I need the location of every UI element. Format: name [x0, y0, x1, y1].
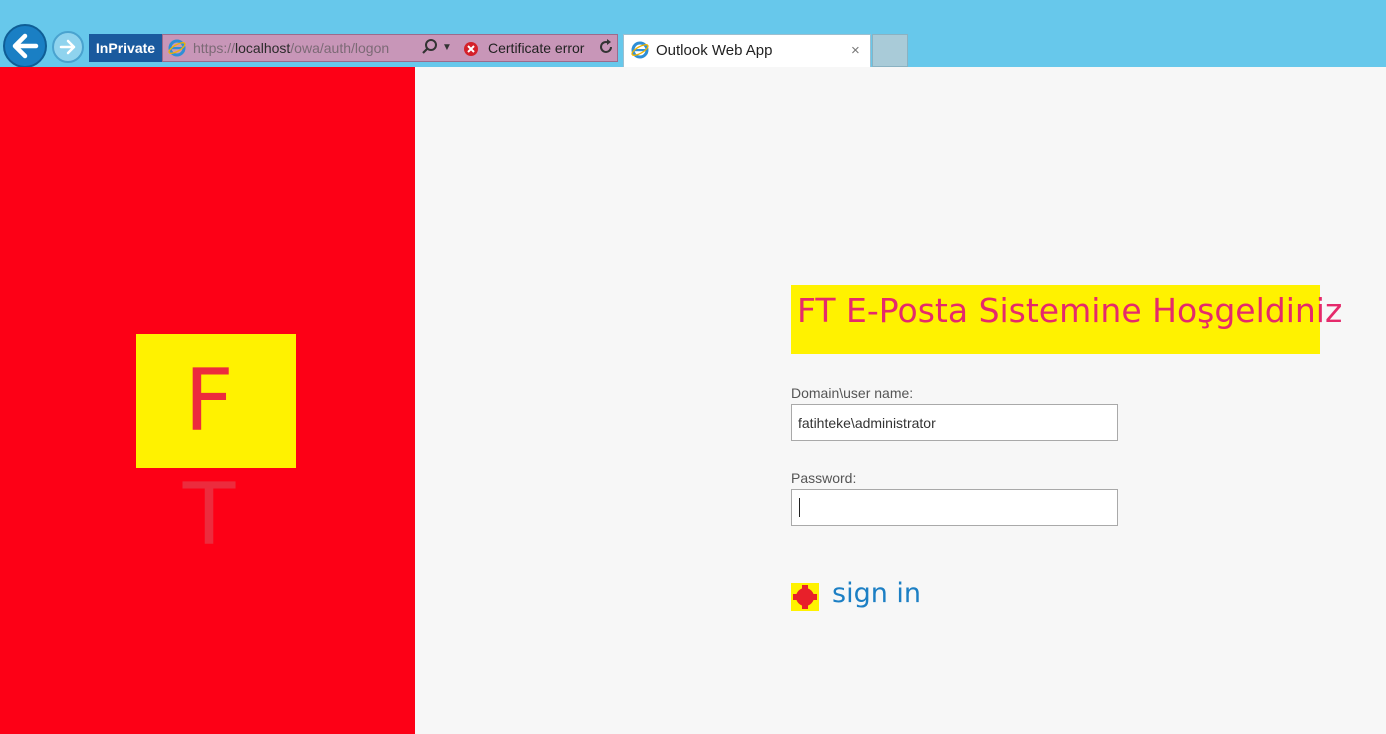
logo-text: F T — [182, 351, 250, 565]
arrow-right-icon — [59, 39, 76, 55]
search-icon[interactable] — [421, 38, 439, 56]
password-input[interactable] — [791, 489, 1118, 526]
username-label: Domain\user name: — [791, 385, 914, 401]
username-input[interactable] — [791, 404, 1118, 441]
ie-icon — [631, 41, 649, 59]
brand-panel: F T — [0, 67, 415, 734]
close-icon[interactable]: × — [851, 35, 860, 67]
welcome-banner: FT E-Posta Sistemine Hoşgeldiniz — [791, 285, 1342, 354]
new-tab-button[interactable] — [872, 34, 908, 67]
password-label: Password: — [791, 470, 857, 486]
text-cursor — [799, 498, 800, 517]
error-x-icon[interactable] — [463, 41, 479, 57]
certificate-error-label[interactable]: Certificate error — [488, 35, 584, 61]
chevron-down-icon[interactable]: ▼ — [442, 35, 452, 61]
signin-button[interactable]: sign in — [832, 578, 921, 609]
signin-arrow-icon[interactable] — [791, 583, 819, 611]
tab-outlook-web-app[interactable]: Outlook Web App × — [623, 34, 871, 67]
back-button[interactable] — [3, 24, 47, 68]
address-bar[interactable]: https://localhost/owa/auth/logon ▼ Certi… — [162, 34, 618, 62]
browser-toolbar: InPrivate https://localhost/owa/auth/log… — [0, 0, 1386, 68]
refresh-icon[interactable] — [597, 38, 615, 56]
forward-button[interactable] — [52, 31, 84, 63]
tab-title: Outlook Web App — [656, 42, 773, 59]
welcome-text: FT E-Posta Sistemine Hoşgeldiniz — [797, 291, 1343, 330]
ie-icon — [168, 39, 186, 57]
inprivate-badge[interactable]: InPrivate — [89, 34, 162, 62]
arrow-left-icon — [12, 33, 39, 59]
logo: F T — [136, 334, 296, 565]
address-url[interactable]: https://localhost/owa/auth/logon — [193, 35, 415, 61]
